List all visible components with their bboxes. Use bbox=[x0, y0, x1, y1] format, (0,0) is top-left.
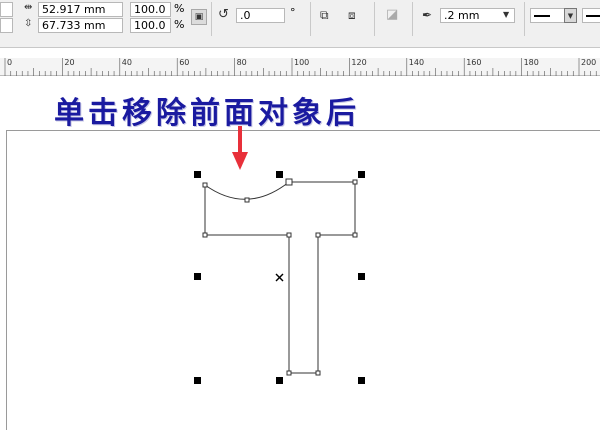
selection-handle[interactable] bbox=[276, 171, 283, 178]
node[interactable] bbox=[244, 197, 250, 203]
node[interactable] bbox=[202, 182, 208, 188]
selection-handle[interactable] bbox=[358, 171, 365, 178]
node[interactable] bbox=[286, 232, 292, 238]
node[interactable] bbox=[285, 178, 293, 186]
node[interactable] bbox=[202, 232, 208, 238]
selection-handle[interactable] bbox=[358, 377, 365, 384]
selection-handle[interactable] bbox=[276, 377, 283, 384]
node[interactable] bbox=[315, 370, 321, 376]
node[interactable] bbox=[286, 370, 292, 376]
center-marker-icon[interactable] bbox=[275, 273, 284, 282]
selection-handle[interactable] bbox=[194, 273, 201, 280]
red-arrow-icon bbox=[232, 126, 248, 170]
selection-handle[interactable] bbox=[358, 273, 365, 280]
canvas-drawing bbox=[194, 126, 365, 384]
selection-handle[interactable] bbox=[194, 171, 201, 178]
node[interactable] bbox=[352, 179, 358, 185]
node[interactable] bbox=[352, 232, 358, 238]
selection-handle[interactable] bbox=[194, 377, 201, 384]
node[interactable] bbox=[315, 232, 321, 238]
